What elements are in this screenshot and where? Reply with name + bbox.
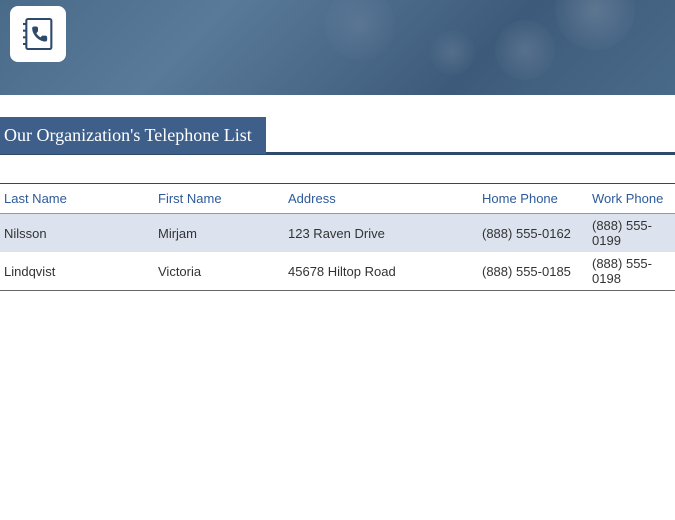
telephone-table: Last Name First Name Address Home Phone … [0,184,675,291]
cell-workphone: (888) 555-0199 [588,214,675,253]
cell-address: 123 Raven Drive [284,214,478,253]
title-area: Our Organization's Telephone List [0,117,675,155]
cell-firstname: Mirjam [154,214,284,253]
cell-lastname: Nilsson [0,214,154,253]
telephone-table-area: Last Name First Name Address Home Phone … [0,183,675,291]
bokeh-circle [325,0,395,60]
cell-homephone: (888) 555-0162 [478,214,588,253]
phone-book-icon-box [10,6,66,62]
table-row: Nilsson Mirjam 123 Raven Drive (888) 555… [0,214,675,253]
cell-address: 45678 Hiltop Road [284,252,478,291]
column-header-firstname: First Name [154,184,284,214]
column-header-homephone: Home Phone [478,184,588,214]
column-header-address: Address [284,184,478,214]
header-banner [0,0,675,95]
column-header-lastname: Last Name [0,184,154,214]
cell-workphone: (888) 555-0198 [588,252,675,291]
table-header-row: Last Name First Name Address Home Phone … [0,184,675,214]
bokeh-circle [430,30,475,75]
page-title: Our Organization's Telephone List [0,117,266,154]
column-header-workphone: Work Phone [588,184,675,214]
cell-lastname: Lindqvist [0,252,154,291]
table-row: Lindqvist Victoria 45678 Hiltop Road (88… [0,252,675,291]
cell-firstname: Victoria [154,252,284,291]
cell-homephone: (888) 555-0185 [478,252,588,291]
phone-book-icon [18,14,58,54]
